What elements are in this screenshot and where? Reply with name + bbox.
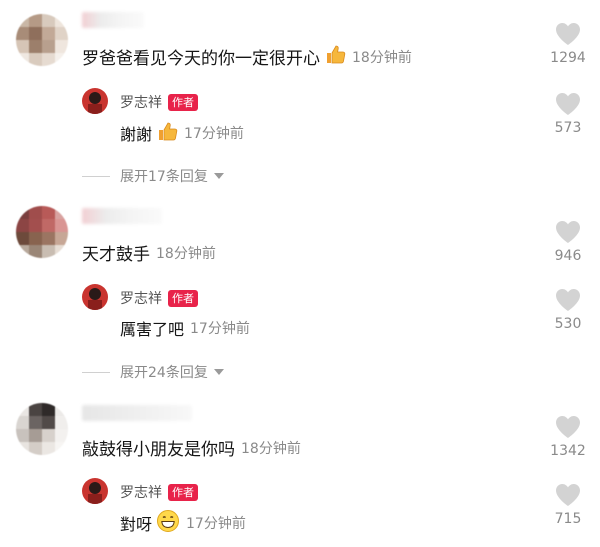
expand-replies-label: 展开17条回复 [120, 169, 208, 185]
comment-content: 天才鼓手 18分钟前 [82, 240, 216, 265]
like-button[interactable]: 1342 [538, 415, 598, 459]
commenter-avatar[interactable] [16, 403, 68, 455]
commenter-avatar[interactable] [16, 14, 68, 66]
author-avatar[interactable] [82, 284, 108, 310]
comment-text: 敲鼓得小朋友是你吗 [82, 440, 235, 460]
expand-replies-button[interactable]: 展开24条回复 [82, 362, 224, 382]
like-count: 1294 [550, 50, 586, 66]
author-name: 罗志祥 [120, 95, 162, 111]
like-button[interactable]: 530 [538, 288, 598, 332]
reply-content: 厲害了吧 17分钟前 [120, 316, 250, 340]
author-avatar[interactable] [82, 478, 108, 504]
commenter-name-redacted [82, 208, 162, 224]
like-count: 1342 [550, 443, 586, 459]
author-name: 罗志祥 [120, 485, 162, 501]
comment-text: 天才鼓手 [82, 245, 150, 265]
comment-time: 18分钟前 [241, 440, 301, 457]
like-count: 715 [554, 511, 582, 527]
reply-content: 謝謝 17分钟前 [120, 120, 244, 146]
author-badge: 作者 [168, 93, 198, 111]
reply-time: 17分钟前 [186, 516, 246, 532]
reply-text: 對呀 [120, 515, 153, 534]
divider [82, 371, 110, 373]
comment-thread: 天才鼓手 18分钟前 946 罗志祥 作者 厲害了吧 17分钟前 530 展开2… [0, 200, 600, 395]
author-name-row: 罗志祥 作者 [120, 288, 198, 308]
author-name-row: 罗志祥 作者 [120, 482, 198, 502]
reply-time: 17分钟前 [190, 321, 250, 337]
heart-icon [556, 23, 580, 45]
thumbs-up-icon [156, 120, 178, 146]
comment-content: 敲鼓得小朋友是你吗 18分钟前 [82, 435, 301, 460]
author-badge: 作者 [168, 289, 198, 307]
comment-thread: 罗爸爸看见今天的你一定很开心 18分钟前 1294 罗志祥 作者 謝謝 17分钟… [0, 0, 600, 200]
comment-time: 18分钟前 [352, 49, 412, 66]
like-count: 946 [554, 248, 582, 264]
reply-time: 17分钟前 [184, 126, 244, 142]
author-badge: 作者 [168, 483, 198, 501]
chevron-down-icon [213, 369, 224, 375]
like-count: 530 [554, 316, 582, 332]
chevron-down-icon [213, 173, 224, 179]
author-name-row: 罗志祥 作者 [120, 92, 198, 112]
thumbs-up-icon [324, 43, 346, 70]
expand-replies-label: 展开24条回复 [120, 365, 208, 381]
heart-icon [556, 289, 580, 311]
comment-time: 18分钟前 [156, 245, 216, 262]
reply-text: 謝謝 [120, 125, 153, 144]
heart-icon [556, 484, 580, 506]
comment-text: 罗爸爸看见今天的你一定很开心 [82, 49, 320, 69]
heart-icon [556, 221, 580, 243]
heart-icon [556, 416, 580, 438]
like-button[interactable]: 1294 [538, 22, 598, 66]
commenter-name-redacted [82, 405, 192, 421]
reply-text: 厲害了吧 [120, 320, 185, 339]
heart-icon [556, 93, 580, 115]
like-button[interactable]: 573 [538, 92, 598, 136]
grinning-face-icon [156, 509, 180, 537]
reply-content: 對呀 17分钟前 [120, 509, 246, 537]
author-avatar[interactable] [82, 88, 108, 114]
divider [82, 175, 110, 177]
like-count: 573 [554, 120, 582, 136]
commenter-avatar[interactable] [16, 206, 68, 258]
author-name: 罗志祥 [120, 291, 162, 307]
like-button[interactable]: 946 [538, 220, 598, 264]
comment-content: 罗爸爸看见今天的你一定很开心 18分钟前 [82, 43, 412, 70]
comment-thread: 敲鼓得小朋友是你吗 18分钟前 1342 罗志祥 作者 對呀 17分钟前 715 [0, 395, 600, 547]
expand-replies-button[interactable]: 展开17条回复 [82, 166, 224, 186]
like-button[interactable]: 715 [538, 483, 598, 527]
commenter-name-redacted [82, 12, 144, 28]
